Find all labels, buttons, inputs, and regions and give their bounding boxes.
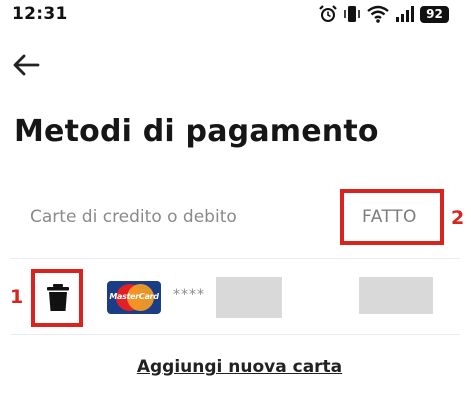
redacted-card-number [216, 277, 282, 318]
add-new-card-link[interactable]: Aggiungi nuova carta [0, 357, 471, 377]
back-button[interactable] [8, 52, 44, 82]
delete-card-button[interactable] [45, 283, 71, 313]
vibrate-icon [343, 4, 361, 24]
card-number-mask: **** [173, 287, 205, 303]
trash-icon [45, 284, 71, 317]
highlight-box-done [340, 189, 444, 245]
section-label: Carte di credito o debito [30, 207, 237, 227]
page-title: Metodi di pagamento [14, 114, 379, 149]
wifi-icon [366, 4, 390, 24]
status-icons: 92 [318, 3, 449, 25]
callout-number-2: 2 [451, 207, 465, 229]
arrow-left-icon [11, 53, 41, 81]
mastercard-logo-text: MasterCard [109, 292, 159, 301]
alarm-icon [318, 4, 338, 24]
status-time: 12:31 [12, 4, 68, 24]
battery-icon: 92 [420, 5, 449, 23]
mastercard-logo: MasterCard [107, 281, 161, 314]
signal-icon [395, 4, 415, 24]
redacted-card-expiry [359, 277, 433, 314]
status-bar: 12:31 92 [0, 0, 471, 30]
callout-number-1: 1 [10, 286, 24, 308]
